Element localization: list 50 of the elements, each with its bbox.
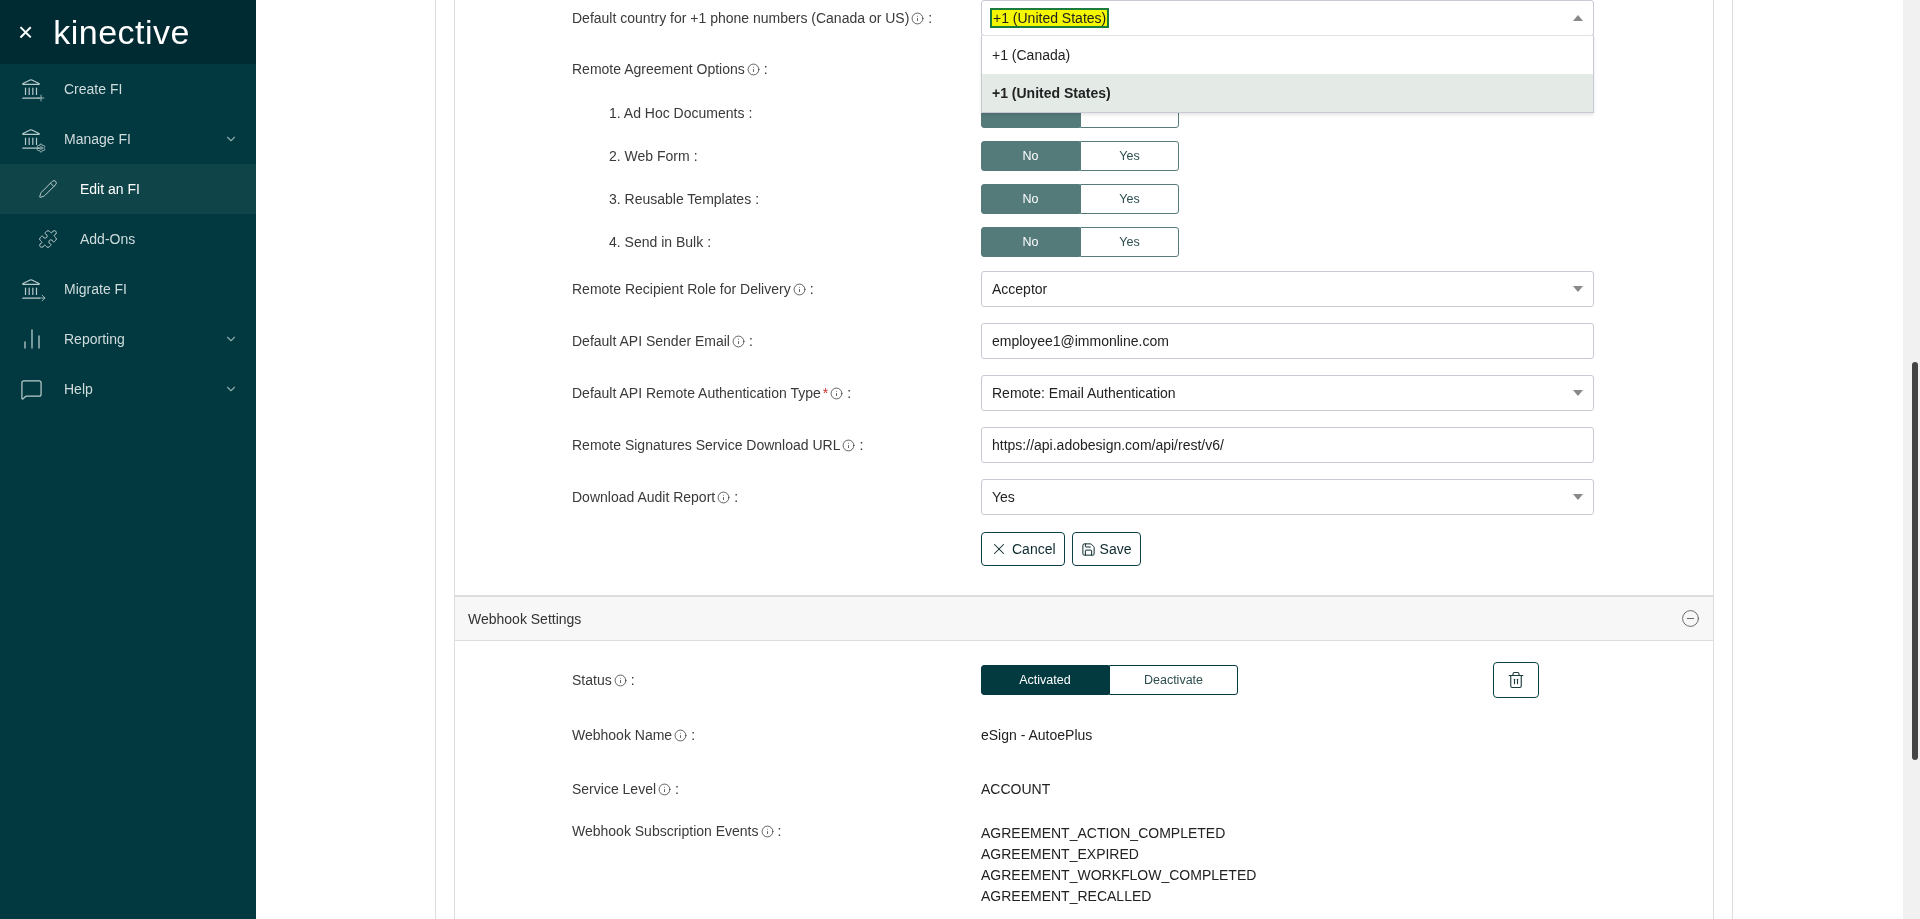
field-label: Download Audit Report <box>572 489 716 505</box>
nav-label: Edit an FI <box>80 181 141 197</box>
nav-label: Reporting <box>64 331 126 347</box>
colon: : <box>763 61 768 77</box>
section-title: Webhook Settings <box>468 610 582 627</box>
colon: : <box>675 781 679 797</box>
select-value: Yes <box>992 489 1015 505</box>
field-value: AGREEMENT_RECALLED <box>981 887 1153 906</box>
field-label: Remote Recipient Role for Delivery <box>572 281 791 297</box>
field-label: Default API Remote Authentication Type <box>572 385 821 401</box>
colon: : <box>734 489 739 505</box>
colon: : <box>630 672 635 688</box>
colon: : <box>777 823 782 839</box>
field-value: AGREEMENT_ACTION_COMPLETED <box>981 824 1227 843</box>
logo: kinective <box>53 12 190 52</box>
colon: : <box>928 10 933 26</box>
nav-label: Help <box>64 381 94 397</box>
select-value: Remote: Email Authentication <box>992 385 1176 401</box>
field-label: Default API Sender Email <box>572 333 730 349</box>
field-label: Status <box>572 672 612 688</box>
nav-label: Manage FI <box>64 131 132 147</box>
field-value: ACCOUNT <box>981 779 1051 799</box>
colon: : <box>691 727 696 743</box>
field-label: 4. Send in Bulk <box>609 233 704 250</box>
colon: : <box>707 233 712 250</box>
nav-label: Create FI <box>64 81 124 97</box>
field-label: 1. Ad Hoc Documents <box>609 104 745 121</box>
field-value: eSign - AutoePlus <box>981 725 1093 745</box>
field-label: 3. Reusable Templates <box>609 190 752 207</box>
colon: : <box>748 104 753 121</box>
select-value: Acceptor <box>992 281 1048 297</box>
colon: : <box>847 385 852 401</box>
field-value: AGREEMENT_EXPIRED <box>981 845 1140 864</box>
dropdown-value: +1 (United States) <box>992 10 1108 26</box>
field-label: Default country for +1 phone numbers (Canada or US) <box>572 10 910 26</box>
field-label: 2. Web Form <box>609 147 690 164</box>
nav-label: Migrate FI <box>64 281 128 297</box>
field-label: Service Level <box>572 781 657 797</box>
colon: : <box>809 281 814 297</box>
required-mark: * <box>822 385 829 401</box>
colon: : <box>693 147 698 164</box>
colon: : <box>755 190 760 207</box>
field-label: Webhook Subscription Events <box>572 823 759 839</box>
field-label: Webhook Name <box>572 727 673 743</box>
field-label: Remote Signatures Service Download URL <box>572 437 841 453</box>
colon: : <box>749 333 753 349</box>
nav-label: Add-Ons <box>80 231 137 247</box>
field-label: Remote Agreement Options <box>572 61 745 77</box>
colon: : <box>859 437 864 453</box>
field-value: AGREEMENT_WORKFLOW_COMPLETED <box>981 866 1257 885</box>
